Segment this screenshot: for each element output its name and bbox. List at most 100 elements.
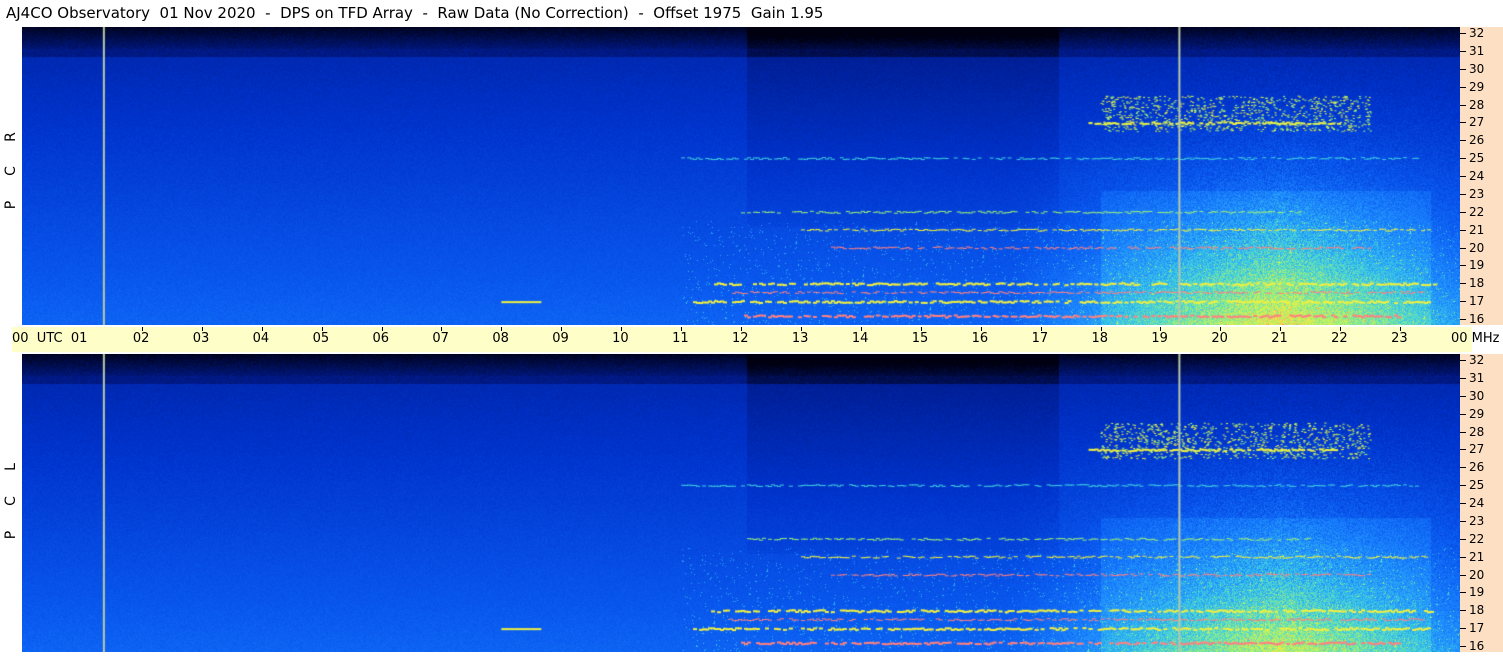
freq-tick-label: 22 bbox=[1469, 204, 1485, 219]
freq-tick-line bbox=[1460, 377, 1466, 379]
hour-tick bbox=[201, 327, 203, 331]
freq-tick-line bbox=[1460, 247, 1466, 249]
freq-tick-line bbox=[1460, 360, 1466, 361]
hour-tick bbox=[561, 327, 563, 331]
hour-label: 17 bbox=[1031, 331, 1049, 346]
freq-tick-line bbox=[1460, 122, 1466, 124]
freq-tick-line bbox=[1460, 413, 1466, 415]
hour-label: 18 bbox=[1091, 331, 1109, 346]
freq-tick-label: 20 bbox=[1469, 240, 1485, 255]
freq-tick-line bbox=[1460, 86, 1466, 88]
freq-tick-line bbox=[1460, 140, 1466, 142]
lcp-heatmap bbox=[22, 354, 1460, 652]
hour-tick bbox=[1280, 327, 1282, 331]
time-axis: 00 UTC 01 02 03 04 05 06 07 08 09 10 11 12 13 14 15 16 1… bbox=[12, 327, 1500, 352]
freq-tick-line bbox=[1460, 229, 1466, 231]
freq-tick-line bbox=[1460, 265, 1466, 267]
hour-tick bbox=[321, 327, 323, 331]
hour-tick bbox=[621, 327, 623, 331]
hour-tick bbox=[980, 327, 982, 331]
freq-tick-line bbox=[1460, 68, 1466, 70]
hour-label: 02 bbox=[132, 331, 150, 346]
hour-label: 15 bbox=[911, 331, 929, 346]
freq-tick-label: 27 bbox=[1469, 442, 1485, 457]
freq-tick-line bbox=[1460, 538, 1466, 540]
freq-tick-line bbox=[1460, 193, 1466, 195]
freq-tick-line bbox=[1460, 628, 1466, 630]
hour-tick bbox=[1220, 327, 1222, 331]
hour-tick bbox=[681, 327, 683, 331]
hour-label: 11 bbox=[672, 331, 689, 346]
hour-label: 04 bbox=[252, 331, 270, 346]
freq-tick-label: 29 bbox=[1469, 79, 1485, 94]
freq-tick-line bbox=[1460, 176, 1466, 177]
hour-label: 21 bbox=[1271, 331, 1288, 346]
freq-tick-label: 30 bbox=[1469, 61, 1485, 76]
freq-tick-label: 22 bbox=[1469, 531, 1485, 546]
hour-tick bbox=[381, 327, 383, 331]
freq-tick-line bbox=[1460, 301, 1466, 303]
freq-tick-line bbox=[1460, 556, 1466, 558]
freq-tick-line bbox=[1460, 646, 1466, 647]
hour-label: 03 bbox=[192, 331, 210, 346]
lcp-label: LCP bbox=[0, 450, 22, 552]
freq-tick-line bbox=[1460, 520, 1466, 522]
hour-tick bbox=[1160, 327, 1162, 331]
rcp-heatmap bbox=[22, 27, 1460, 325]
freq-tick-label: 32 bbox=[1469, 26, 1485, 40]
freq-tick-label: 25 bbox=[1469, 478, 1485, 493]
freq-tick-label: 16 bbox=[1469, 312, 1485, 326]
freq-tick-line bbox=[1460, 319, 1466, 320]
hour-tick bbox=[501, 327, 503, 331]
time-axis-end-label: 00 MHz bbox=[1451, 331, 1500, 346]
hour-tick bbox=[1400, 327, 1402, 331]
freq-tick-label: 23 bbox=[1469, 186, 1485, 201]
hour-tick bbox=[1340, 327, 1342, 331]
hour-tick bbox=[860, 327, 862, 331]
freq-tick-label: 20 bbox=[1469, 567, 1485, 582]
freq-tick-line bbox=[1460, 211, 1466, 213]
freq-tick-label: 21 bbox=[1469, 549, 1485, 564]
hour-tick bbox=[141, 327, 143, 331]
freq-tick-label: 30 bbox=[1469, 388, 1485, 403]
rcp-label: RCP bbox=[0, 120, 22, 222]
freq-tick-line bbox=[1460, 467, 1466, 469]
freq-tick-label: 31 bbox=[1469, 370, 1485, 385]
freq-tick-label: 17 bbox=[1469, 294, 1485, 309]
hour-tick bbox=[800, 327, 802, 331]
freq-tick-line bbox=[1460, 283, 1466, 285]
hour-tick bbox=[441, 327, 443, 331]
time-axis-start-label: 00 UTC 01 bbox=[12, 331, 88, 346]
hour-label: 13 bbox=[791, 331, 809, 346]
hour-tick bbox=[261, 327, 263, 331]
freq-tick-label: 28 bbox=[1469, 97, 1485, 112]
hour-label: 07 bbox=[432, 331, 449, 346]
hour-label: 14 bbox=[851, 331, 869, 346]
hour-label: 08 bbox=[492, 331, 509, 346]
hour-label: 16 bbox=[971, 331, 989, 346]
freq-tick-line bbox=[1460, 50, 1466, 52]
freq-tick-line bbox=[1460, 33, 1466, 34]
freq-tick-label: 24 bbox=[1469, 169, 1485, 183]
hour-label: 20 bbox=[1211, 331, 1228, 346]
freq-tick-label: 29 bbox=[1469, 406, 1485, 421]
freq-tick-label: 31 bbox=[1469, 43, 1485, 58]
freq-tick-label: 32 bbox=[1469, 353, 1485, 367]
hour-label: 19 bbox=[1151, 331, 1168, 346]
lcp-spectrogram bbox=[22, 354, 1460, 652]
hour-label: 09 bbox=[552, 331, 569, 346]
hour-label: 23 bbox=[1391, 331, 1408, 346]
freq-tick-label: 18 bbox=[1469, 603, 1485, 618]
freq-tick-line bbox=[1460, 610, 1466, 612]
hour-label: 12 bbox=[732, 331, 749, 346]
freq-tick-label: 26 bbox=[1469, 460, 1485, 475]
hour-tick bbox=[1040, 327, 1042, 331]
freq-tick-label: 27 bbox=[1469, 115, 1485, 130]
hour-tick bbox=[741, 327, 742, 331]
freq-tick-label: 23 bbox=[1469, 513, 1485, 528]
freq-tick-label: 17 bbox=[1469, 621, 1485, 636]
freq-tick-line bbox=[1460, 395, 1466, 397]
rcp-frequency-axis: 32 31 30 29 28 27 26 25 24 23 22 21 20 19 18 17 16 bbox=[1460, 26, 1503, 326]
freq-tick-line bbox=[1460, 449, 1466, 451]
freq-tick-line bbox=[1460, 592, 1466, 594]
